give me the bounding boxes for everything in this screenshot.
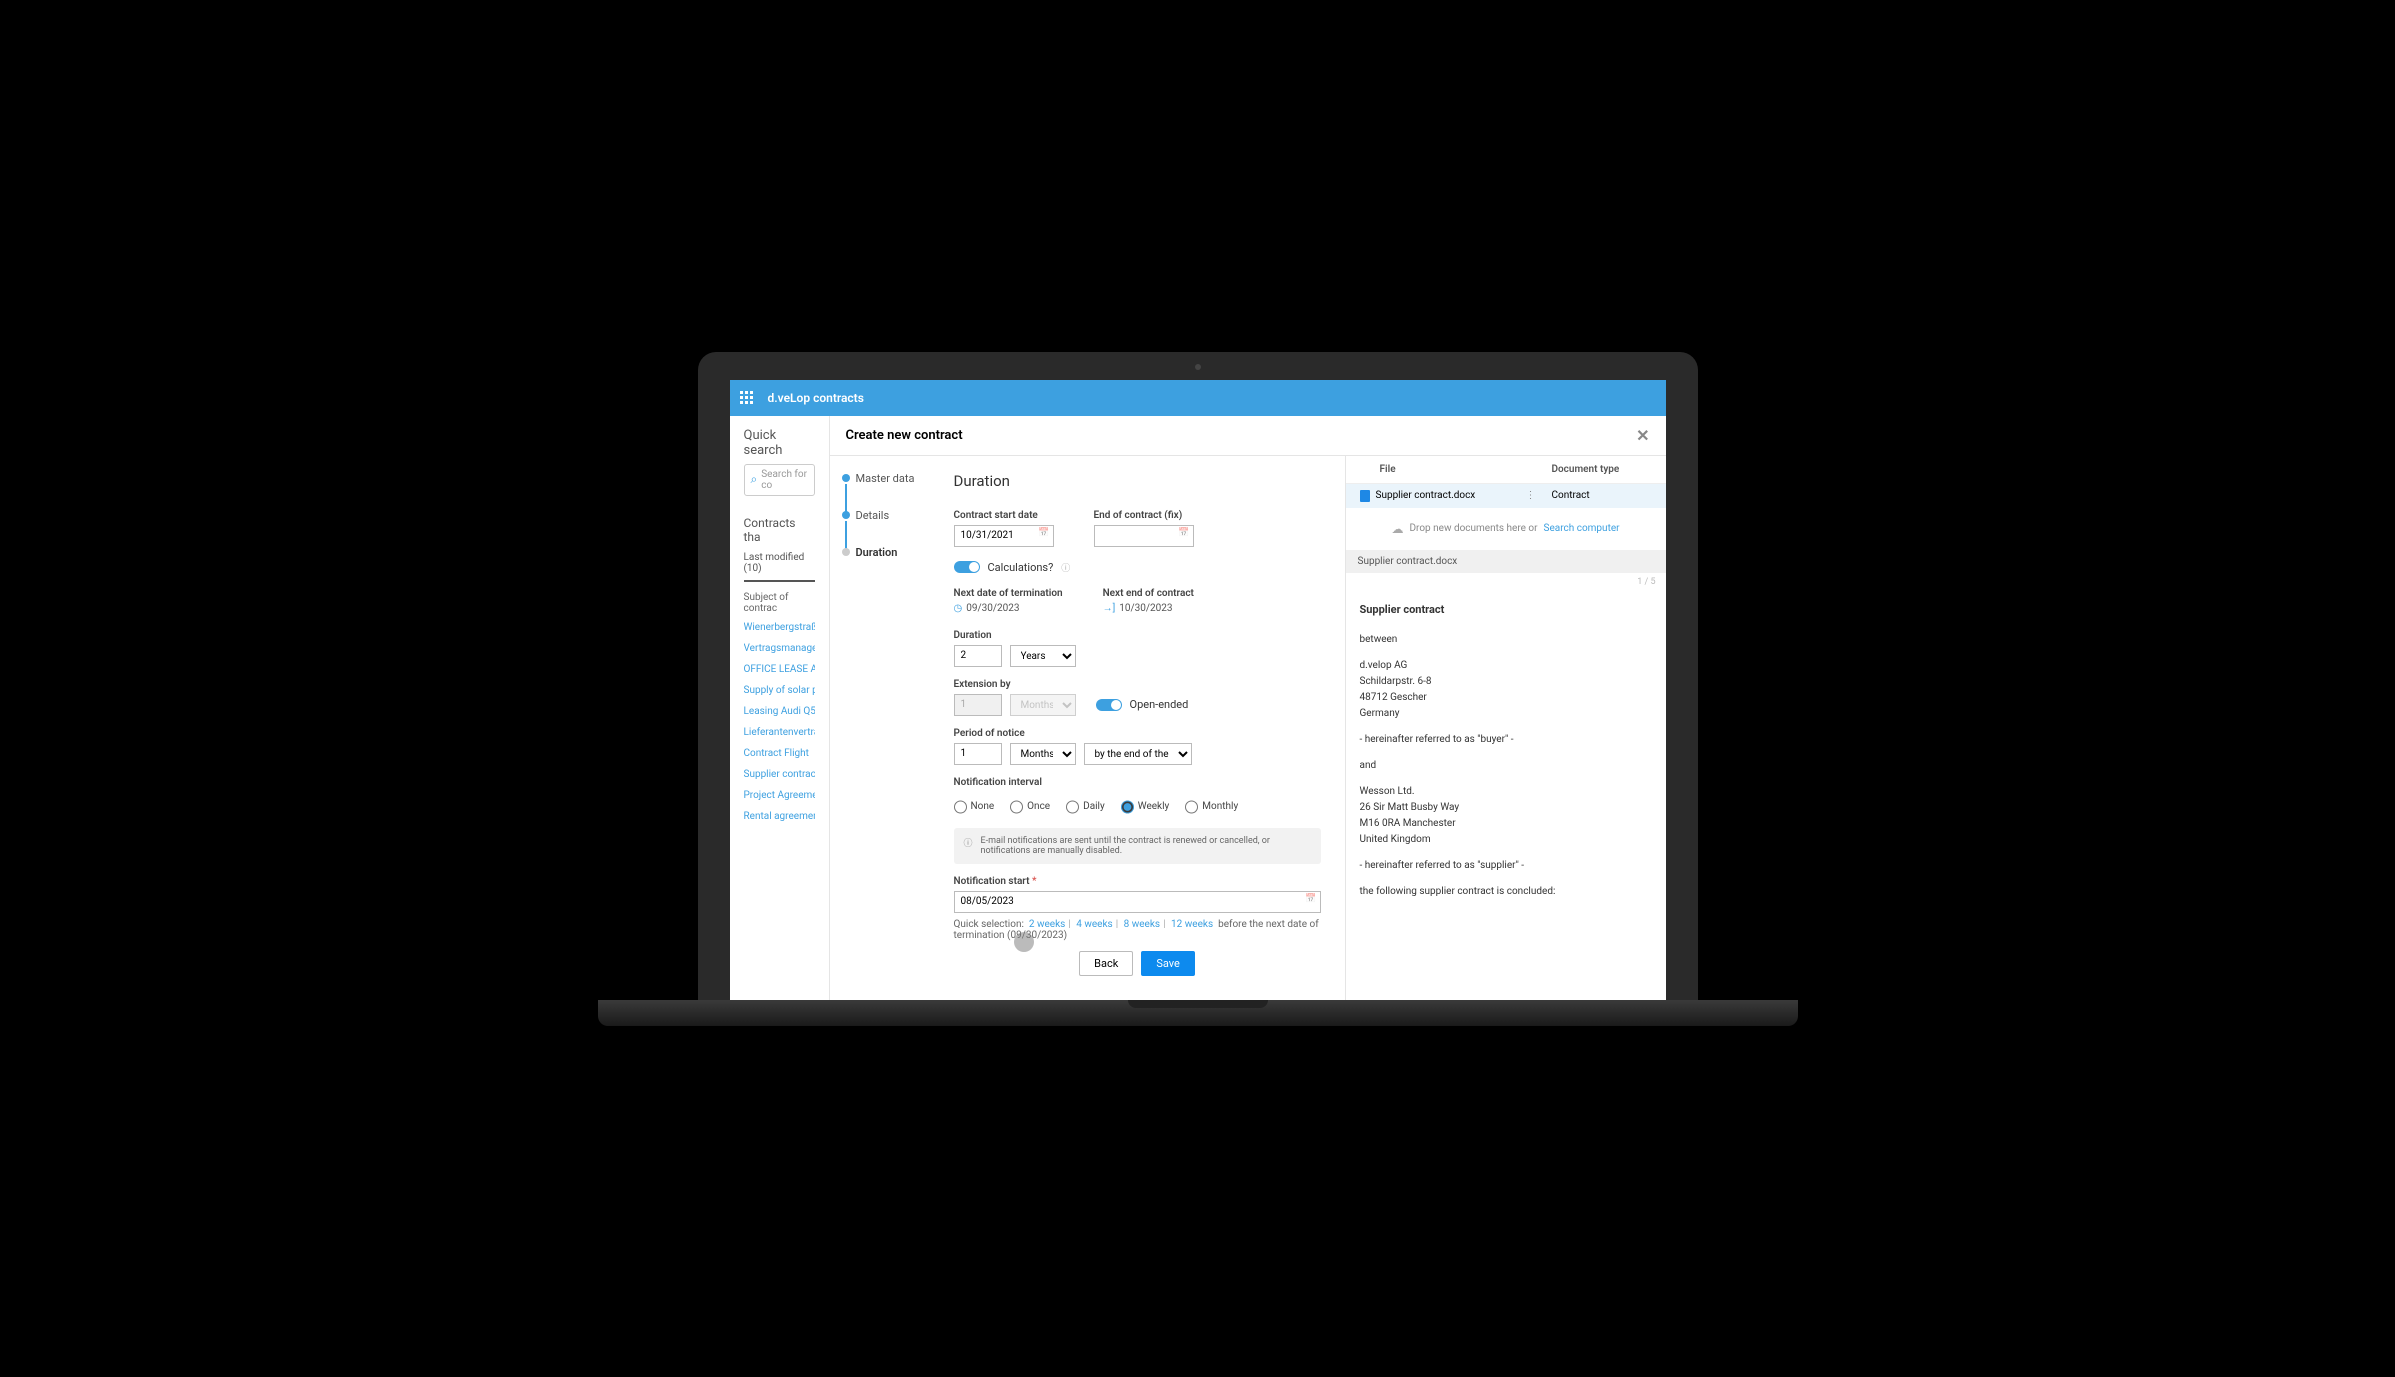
- contract-link[interactable]: Rental agreement: [744, 811, 815, 822]
- quick-4w[interactable]: 4 weeks: [1076, 919, 1112, 930]
- contract-link[interactable]: Supply of solar pa: [744, 685, 815, 696]
- end-fix-input[interactable]: [1094, 525, 1194, 547]
- end-fix-label: End of contract (fix): [1094, 510, 1194, 521]
- interval-label: Notification interval: [954, 777, 1321, 788]
- interval-once[interactable]: Once: [1010, 796, 1050, 818]
- file-column-header: File: [1360, 464, 1552, 475]
- form-heading: Duration: [954, 472, 1321, 490]
- back-button[interactable]: Back: [1079, 951, 1133, 976]
- step-details[interactable]: Details: [842, 509, 918, 522]
- contract-link[interactable]: OFFICE LEASE AGR: [744, 664, 815, 675]
- drop-zone[interactable]: ☁ Drop new documents here or Search comp…: [1346, 508, 1666, 550]
- contract-link[interactable]: Supplier contract c: [744, 769, 815, 780]
- save-button[interactable]: Save: [1141, 951, 1195, 976]
- contract-link[interactable]: Wienerbergstraße: [744, 622, 815, 633]
- modal-title: Create new contract: [846, 428, 963, 443]
- clock-icon: ◷: [954, 603, 963, 614]
- next-termination-label: Next date of termination: [954, 588, 1063, 599]
- quick-12w[interactable]: 12 weeks: [1171, 919, 1213, 930]
- calculations-toggle[interactable]: [954, 561, 980, 573]
- duration-unit-select[interactable]: Years: [1010, 645, 1076, 667]
- interval-none[interactable]: None: [954, 796, 995, 818]
- app-launcher-icon[interactable]: [740, 391, 754, 405]
- doc-title: Supplier contract: [1360, 601, 1652, 619]
- duration-label: Duration: [954, 630, 1321, 641]
- file-row[interactable]: Supplier contract.docx ⋮ Contract: [1346, 484, 1666, 508]
- brand-name: d.veLop: [768, 391, 811, 405]
- create-contract-modal: Create new contract ✕ Master data Detail…: [830, 416, 1666, 1000]
- extension-unit-select: Months: [1010, 694, 1076, 716]
- top-bar: d.veLop contracts: [730, 380, 1666, 416]
- interval-weekly[interactable]: Weekly: [1121, 796, 1170, 818]
- document-preview: Supplier contract between d.velop AG Sch…: [1346, 591, 1666, 1000]
- step-master-data[interactable]: Master data: [842, 472, 918, 485]
- contract-link[interactable]: Project Agreement: [744, 790, 815, 801]
- notice-value-input[interactable]: [954, 743, 1002, 765]
- file-name: Supplier contract.docx: [1376, 490, 1520, 501]
- interval-daily[interactable]: Daily: [1066, 796, 1105, 818]
- brand-suffix: contracts: [813, 391, 864, 405]
- extension-value-input: [954, 694, 1002, 716]
- contract-link[interactable]: Lieferantenvertrag: [744, 727, 815, 738]
- contract-start-label: Contract start date: [954, 510, 1054, 521]
- file-menu-icon[interactable]: ⋮: [1526, 490, 1536, 501]
- tab-last-modified[interactable]: Last modified (10): [744, 552, 815, 582]
- contract-link[interactable]: Vertragsmanagem: [744, 643, 815, 654]
- page-indicator: 1 / 5: [1346, 573, 1666, 591]
- preview-panel: File Document type Supplier contract.doc…: [1346, 456, 1666, 1000]
- notice-unit-select[interactable]: Months: [1010, 743, 1076, 765]
- file-type: Contract: [1552, 490, 1652, 501]
- contract-list: Wienerbergstraße Vertragsmanagem OFFICE …: [744, 622, 815, 822]
- contract-start-input[interactable]: [954, 525, 1054, 547]
- quick-8w[interactable]: 8 weeks: [1124, 919, 1160, 930]
- interval-monthly[interactable]: Monthly: [1185, 796, 1238, 818]
- notice-by-select[interactable]: by the end of the contract: [1084, 743, 1192, 765]
- notif-start-label: Notification start: [954, 876, 1030, 887]
- file-icon: [1360, 490, 1370, 502]
- openended-label: Open-ended: [1130, 698, 1189, 711]
- type-column-header: Document type: [1552, 464, 1652, 475]
- preview-filename: Supplier contract.docx: [1346, 550, 1666, 573]
- calculations-label: Calculations?: [988, 561, 1054, 574]
- notification-info: E-mail notifications are sent until the …: [954, 828, 1321, 864]
- contracts-heading: Contracts tha: [744, 516, 815, 544]
- contract-link[interactable]: Leasing Audi Q5: [744, 706, 815, 717]
- quick-label: Quick selection:: [954, 919, 1024, 930]
- left-sidebar: Quick search Search for co Contracts tha…: [730, 416, 830, 1000]
- extension-label: Extension by: [954, 679, 1321, 690]
- contract-link[interactable]: Contract Flight: [744, 748, 815, 759]
- arrow-icon: →]: [1103, 603, 1116, 614]
- search-input[interactable]: Search for co: [744, 464, 815, 496]
- next-end-label: Next end of contract: [1103, 588, 1194, 599]
- info-icon[interactable]: ⓘ: [1061, 561, 1070, 574]
- stepper: Master data Details Duration: [830, 456, 930, 1000]
- quick-2w[interactable]: 2 weeks: [1029, 919, 1065, 930]
- openended-toggle[interactable]: [1096, 699, 1122, 711]
- subject-label: Subject of contrac: [744, 592, 815, 614]
- form-panel: Duration Contract start date End of cont…: [930, 456, 1346, 1000]
- quick-search-heading: Quick search: [744, 428, 815, 458]
- next-termination-value: 09/30/2023: [966, 603, 1019, 614]
- notice-label: Period of notice: [954, 728, 1321, 739]
- close-icon[interactable]: ✕: [1636, 426, 1649, 445]
- search-computer-link[interactable]: Search computer: [1544, 523, 1620, 534]
- step-duration[interactable]: Duration: [842, 546, 918, 559]
- next-end-value: 10/30/2023: [1119, 603, 1172, 614]
- cloud-icon: ☁: [1391, 522, 1403, 536]
- notif-start-input[interactable]: [954, 891, 1321, 913]
- duration-value-input[interactable]: [954, 645, 1002, 667]
